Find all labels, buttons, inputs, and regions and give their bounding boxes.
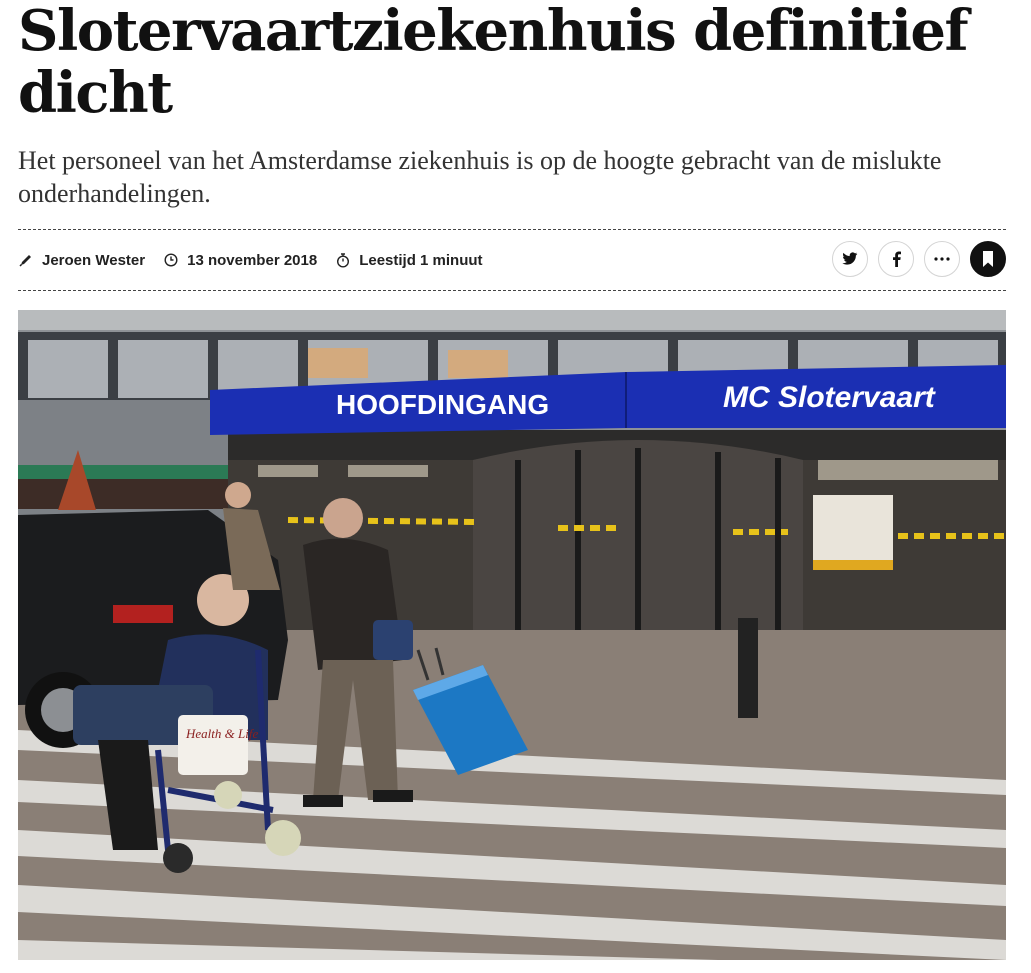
- facebook-icon: [892, 251, 901, 267]
- article-lead: Het personeel van het Amsterdamse zieken…: [18, 146, 942, 208]
- author-name[interactable]: Jeroen Wester: [42, 252, 145, 269]
- article-headline: Slotervaartziekenhuis definitief dicht: [18, 0, 969, 126]
- sign-hoofdingang: HOOFDINGANG: [336, 389, 549, 420]
- reading-time: Leestijd 1 minuut: [335, 251, 483, 269]
- pen-icon: [18, 252, 34, 268]
- stopwatch-icon: [335, 252, 351, 268]
- article-photo: HOOFDINGANG MC Slotervaart Health & Life: [18, 310, 1006, 960]
- article: Slotervaartziekenhuis definitief dicht H…: [18, 0, 1006, 960]
- more-share-button[interactable]: [924, 241, 960, 277]
- publish-date-text: 13 november 2018: [187, 251, 318, 269]
- bookmark-icon: [983, 251, 993, 267]
- facebook-share-button[interactable]: [878, 241, 914, 277]
- article-meta-bar: Jeroen Wester 13 november 2018 Leestijd …: [18, 229, 1006, 291]
- bookmark-button[interactable]: [970, 241, 1006, 277]
- walker-label: Health & Life: [185, 726, 258, 741]
- article-meta: Jeroen Wester 13 november 2018 Leestijd …: [18, 230, 501, 290]
- sign-mc-slotervaart: MC Slotervaart: [723, 381, 937, 414]
- twitter-icon: [842, 252, 858, 265]
- more-icon: [934, 257, 950, 261]
- publish-date: 13 november 2018: [163, 252, 317, 269]
- reading-time-text: Leestijd 1 minuut: [359, 251, 483, 269]
- share-buttons: [822, 241, 1006, 277]
- clock-icon: [163, 252, 179, 268]
- twitter-share-button[interactable]: [832, 241, 868, 277]
- author-byline[interactable]: Jeroen Wester: [18, 252, 145, 269]
